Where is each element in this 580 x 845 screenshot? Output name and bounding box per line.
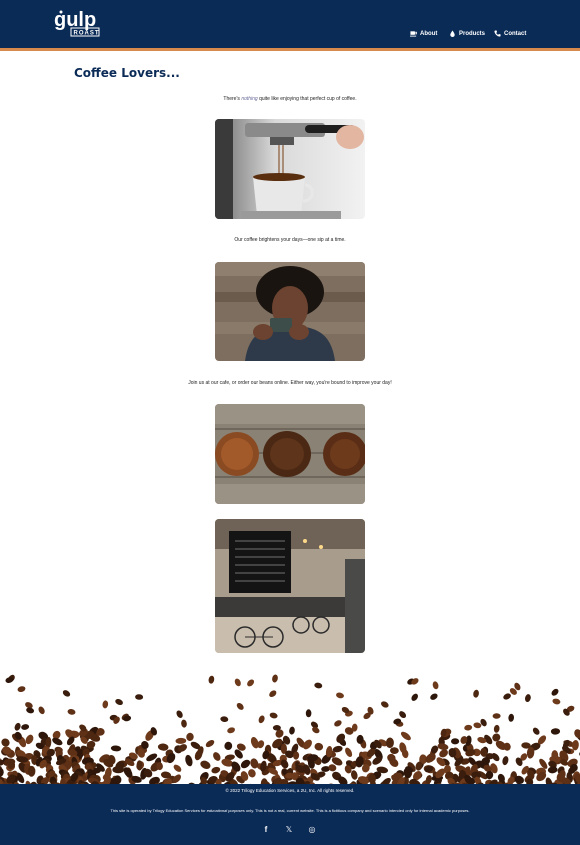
x-icon: 𝕏 — [285, 824, 293, 834]
site-header: gulp ROAST About Products Contact — [0, 0, 580, 48]
drop-icon — [450, 30, 455, 37]
nav-contact-label: Contact — [504, 30, 527, 37]
instagram-icon: ◎ — [308, 824, 316, 834]
coffee-beans-photo — [215, 404, 365, 504]
facebook-icon: f — [264, 824, 268, 834]
svg-text:ROAST: ROAST — [74, 31, 100, 37]
phone-icon — [494, 30, 501, 37]
nav-products-label: Products — [459, 30, 486, 37]
nav-products[interactable]: Products — [449, 30, 485, 37]
nav-about[interactable]: About — [410, 30, 437, 37]
disclaimer-text: This site is operated by Trilogy Educati… — [0, 808, 580, 813]
facebook-link[interactable]: f — [259, 824, 273, 834]
caption-join-us: Join us at our cafe, or order our beans … — [188, 380, 392, 386]
caption-brightens: Our coffee brightens your days—one sip a… — [234, 237, 346, 243]
coffee-cup-icon — [410, 31, 417, 37]
disclaimer-emphasis: educational purposes — [206, 808, 245, 813]
cafe-interior-photo — [215, 519, 365, 653]
site-footer: © 2022 Trilogy Education Services, a 2U,… — [0, 784, 580, 845]
caption-text: There's — [223, 96, 242, 102]
disclaimer-part: This site is operated by Trilogy Educati… — [110, 808, 207, 813]
logo-graphic: gulp ROAST — [54, 9, 100, 37]
gulp-roast-logo[interactable]: gulp ROAST — [52, 6, 104, 40]
caption-perfect-cup: There's nothing quite like enjoying that… — [0, 96, 580, 102]
coffee-beans-decoration — [0, 670, 580, 786]
header-accent-bar — [0, 48, 580, 51]
espresso-photo — [215, 119, 365, 219]
x-link[interactable]: 𝕏 — [282, 824, 296, 834]
page-title: Coffee Lovers... — [74, 66, 180, 80]
copyright-text: © 2022 Trilogy Education Services, a 2U,… — [225, 788, 355, 793]
instagram-link[interactable]: ◎ — [305, 824, 319, 834]
nav-about-label: About — [420, 30, 438, 37]
woman-drinking-coffee-photo — [215, 262, 365, 361]
nav-contact[interactable]: Contact — [494, 30, 526, 37]
caption-emphasis: nothing — [241, 96, 258, 102]
caption-text: quite like enjoying that perfect cup of … — [257, 96, 357, 102]
disclaimer-part: only. This is not a real, current websit… — [244, 808, 470, 813]
